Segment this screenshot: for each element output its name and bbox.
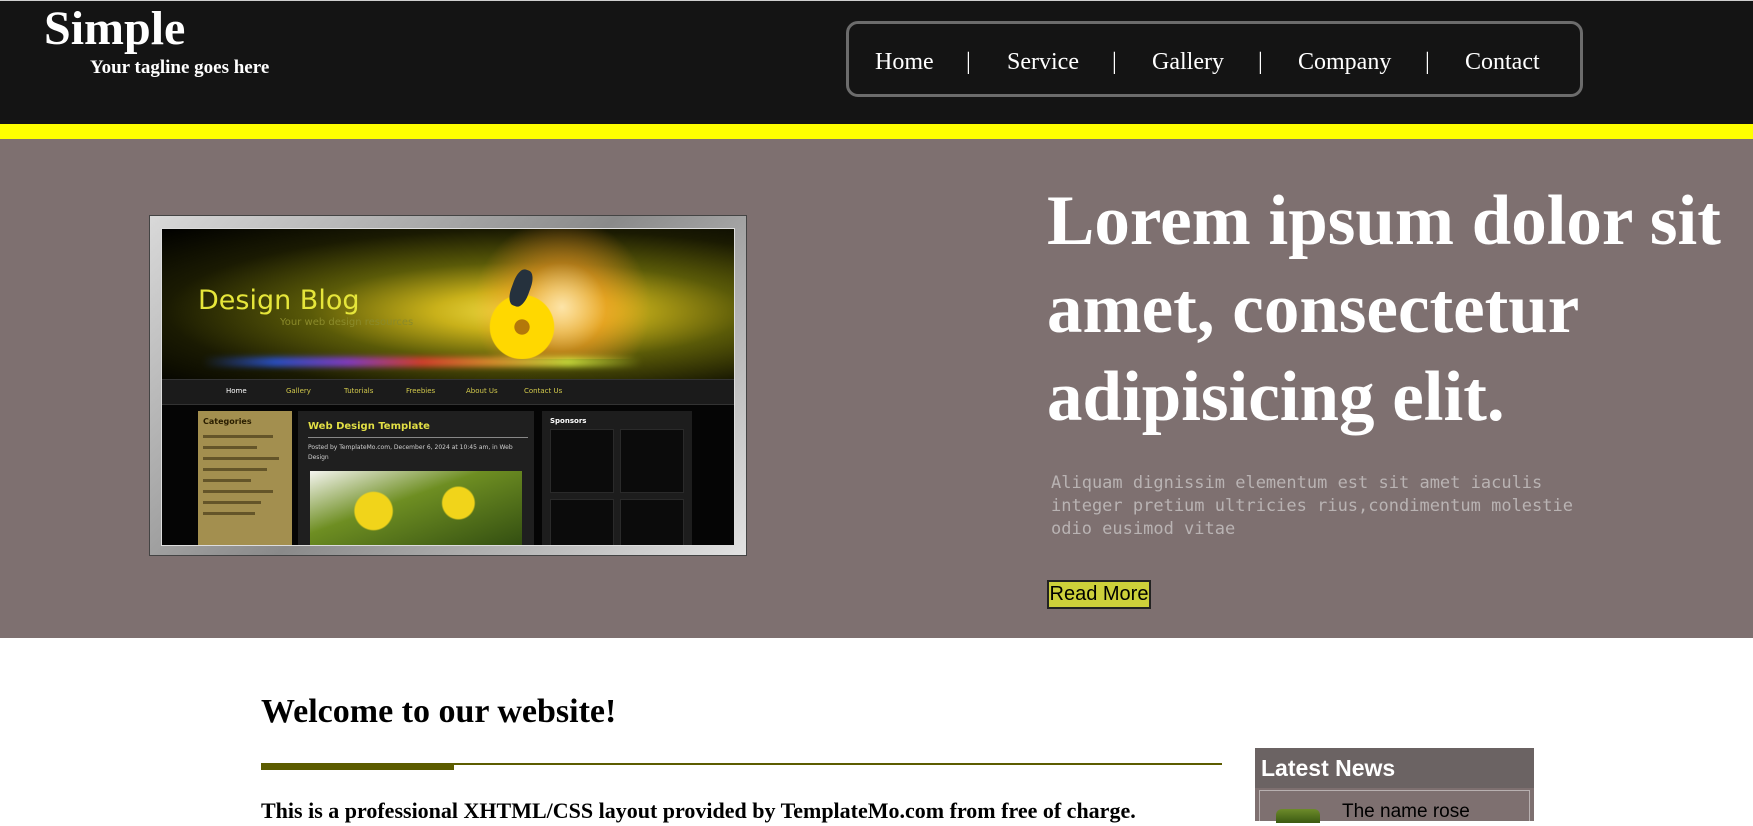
header: Simple Your tagline goes here Home | Ser… (0, 0, 1753, 124)
news-item[interactable]: The name rose (1259, 790, 1530, 823)
preview-sponsors-title: Sponsors (550, 417, 587, 425)
rainbow-streak (202, 357, 642, 367)
latest-news-panel: Latest News The name rose (1255, 748, 1534, 823)
sponsor-banner (620, 499, 684, 545)
nav-separator: | (966, 49, 971, 75)
text-line (203, 435, 273, 438)
nav-separator: | (1112, 49, 1117, 75)
text-line (203, 501, 261, 504)
nav-gallery[interactable]: Gallery (1152, 49, 1224, 75)
preview-nav-item: Freebies (406, 387, 436, 395)
text-line (203, 457, 279, 460)
latest-news-title: Latest News (1261, 755, 1396, 781)
nav-contact[interactable]: Contact (1465, 49, 1540, 75)
preview-categories-title: Categories (203, 417, 252, 426)
text-line (203, 446, 257, 449)
accent-bar (0, 124, 1753, 139)
preview-banner: Design Blog Your web design resources (162, 229, 734, 379)
preview-post: Web Design Template Posted by TemplateMo… (298, 411, 534, 545)
preview-nav-item: Gallery (286, 387, 311, 395)
text-line (203, 490, 273, 493)
hero-title: Lorem ipsum dolor sit amet, consectetur … (1047, 182, 1721, 436)
read-more-button[interactable]: Read More (1047, 580, 1151, 609)
text-line (203, 512, 255, 515)
preview-subtitle: Your web design resources (280, 317, 414, 328)
site-tagline: Your tagline goes here (90, 57, 270, 78)
text-line (203, 479, 251, 482)
main-nav: Home | Service | Gallery | Company | Con… (846, 21, 1583, 97)
latest-news-header: Latest News (1255, 748, 1534, 788)
preview-post-meta: Posted by TemplateMo.com, December 6, 20… (308, 444, 513, 461)
divider (308, 437, 528, 438)
hero-section: Design Blog Your web design resources Ho… (0, 139, 1753, 638)
site-logo[interactable]: Simple (44, 2, 185, 56)
nav-separator: | (1258, 49, 1263, 75)
preview-categories: Categories (198, 411, 292, 545)
intro-text: This is a professional XHTML/CSS layout … (261, 798, 1136, 823)
heading-rule-accent (261, 764, 454, 770)
welcome-heading: Welcome to our website! (261, 693, 617, 730)
preview-nav-item: Contact Us (524, 387, 563, 395)
text-line (203, 468, 267, 471)
sponsor-banner (550, 429, 614, 493)
nav-service[interactable]: Service (1007, 49, 1079, 75)
preview-sponsors: Sponsors (542, 411, 692, 545)
preview-nav: Home Gallery Tutorials Freebies About Us… (162, 379, 734, 405)
preview-nav-item: About Us (466, 387, 498, 395)
preview-post-image (310, 471, 522, 545)
sponsor-banner (550, 499, 614, 545)
nav-separator: | (1425, 49, 1430, 75)
hero-description: Aliquam dignissim elementum est sit amet… (1051, 473, 1573, 539)
preview-post-title: Web Design Template (308, 421, 430, 432)
header-top-line (0, 0, 1753, 1)
preview-screen: Design Blog Your web design resources Ho… (161, 228, 735, 546)
preview-nav-item: Home (226, 387, 247, 395)
preview-title: Design Blog (198, 285, 360, 316)
news-item-title[interactable]: The name rose (1342, 801, 1470, 823)
sponsor-banner (620, 429, 684, 493)
template-preview-image: Design Blog Your web design resources Ho… (149, 215, 747, 556)
nav-home[interactable]: Home (875, 49, 934, 75)
nav-company[interactable]: Company (1298, 49, 1391, 75)
preview-nav-item: Tutorials (344, 387, 374, 395)
